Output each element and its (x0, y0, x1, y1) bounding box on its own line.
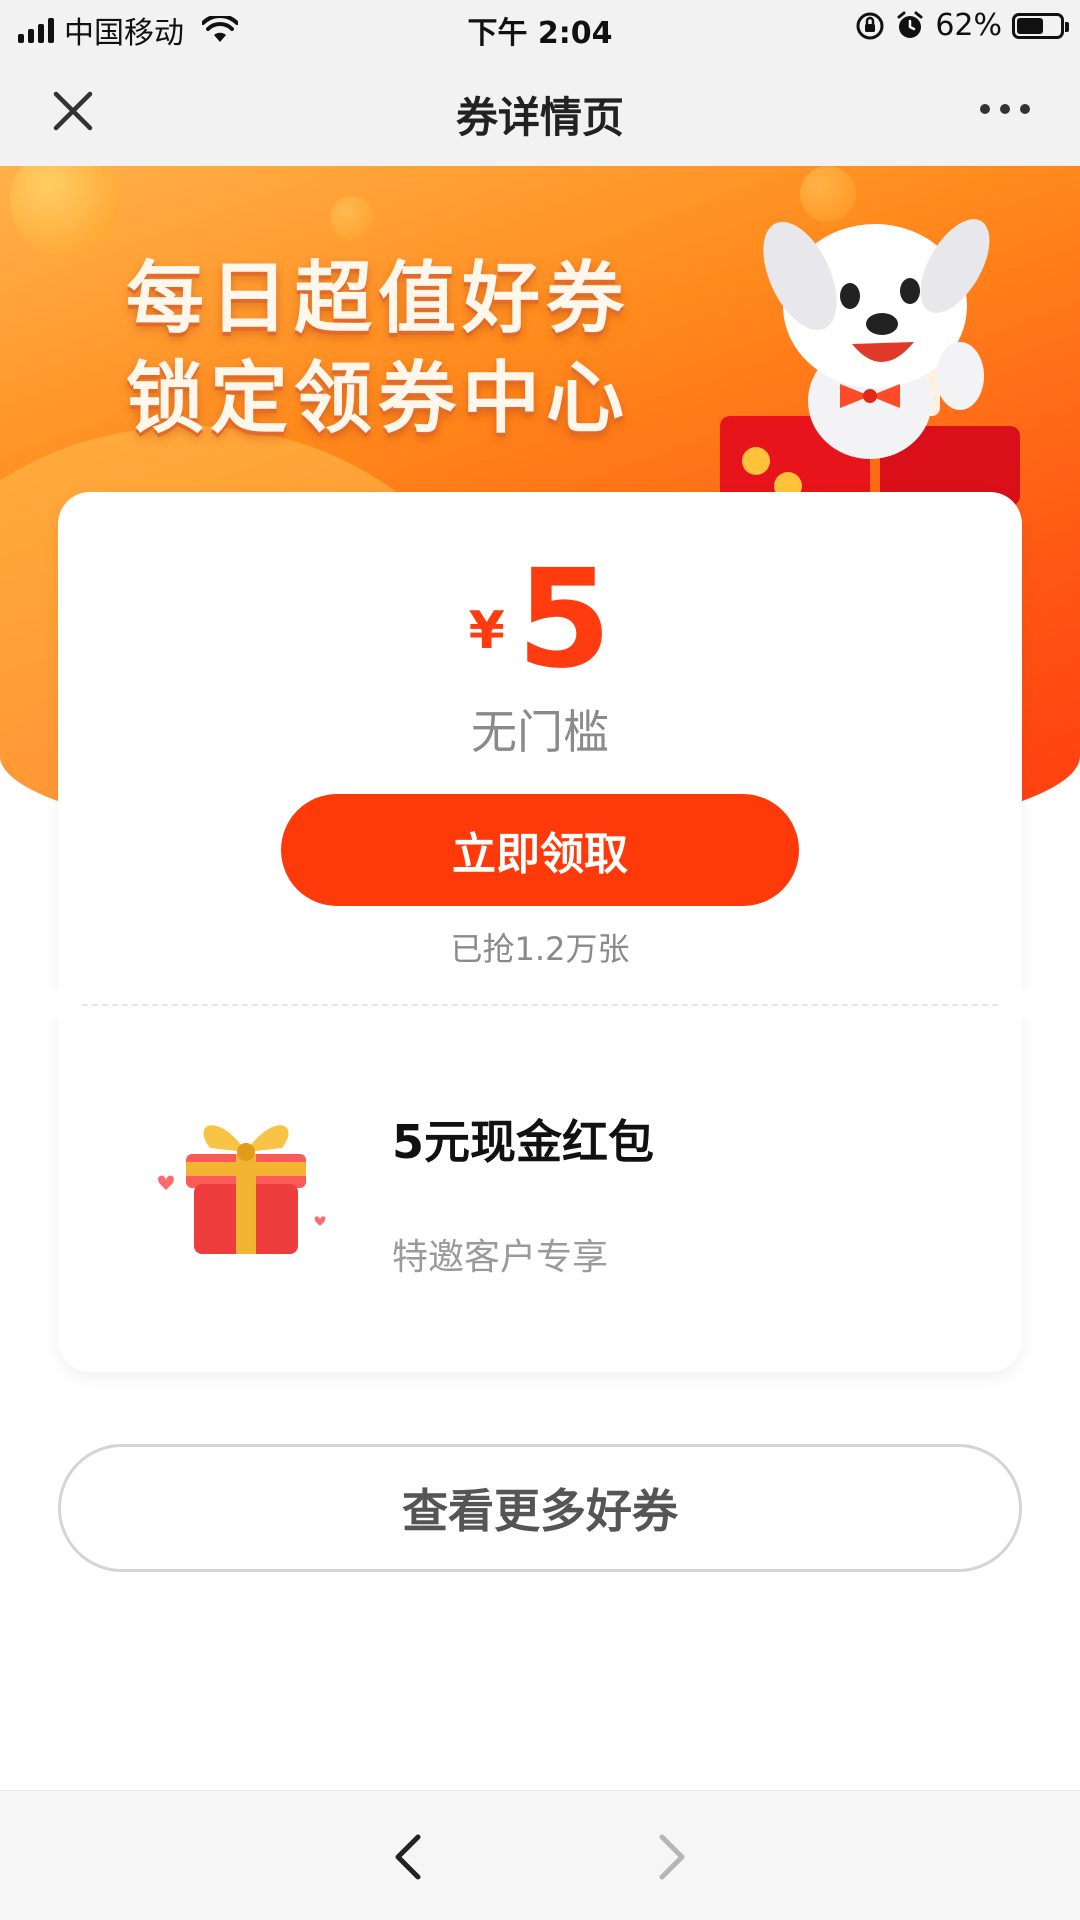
back-arrow-icon[interactable] (388, 1831, 428, 1883)
page-title: 券详情页 (455, 93, 624, 142)
claimed-count: 已抢1.2万张 (450, 930, 630, 968)
battery-icon (1012, 12, 1069, 39)
banner-headline-1: 每日超值好券 (126, 254, 631, 344)
more-icon[interactable] (978, 96, 1032, 122)
forward-arrow-icon[interactable] (652, 1831, 692, 1883)
coupon-card: ¥5 无门槛 立即领取 已抢1.2万张 5元现金红包 特邀客户专享 (42, 492, 1038, 1372)
currency-symbol: ¥ (468, 601, 505, 661)
rotation-lock-icon (856, 12, 884, 39)
battery-percent: 62% (935, 8, 1002, 43)
battery-fill (1017, 17, 1044, 34)
reward-subtitle: 特邀客户专享 (392, 1237, 609, 1278)
claim-button[interactable]: 立即领取 (281, 794, 799, 906)
mascot-dog-icon (720, 219, 1020, 506)
coupon-amount: ¥5 (58, 552, 1022, 688)
coin-decoration (10, 166, 120, 256)
coin-decoration (330, 196, 374, 240)
banner-headline-2: 锁定领券中心 (126, 354, 631, 444)
status-bar: 中国移动 下午 2:04 62% (0, 0, 1080, 54)
reward-title: 5元现金红包 (392, 1115, 655, 1169)
amount-value: 5 (516, 541, 612, 699)
ticket-notch (1006, 988, 1038, 1020)
gift-box-icon (158, 1125, 326, 1254)
alarm-icon (897, 11, 923, 38)
status-right: 62% (855, 8, 1069, 43)
threshold-label: 无门槛 (471, 705, 609, 759)
browser-toolbar (0, 1790, 1080, 1920)
ticket-divider (82, 1004, 998, 1006)
nav-bar: 券详情页 (0, 54, 1080, 166)
more-coupons-button[interactable]: 查看更多好券 (58, 1444, 1022, 1572)
ticket-notch (42, 988, 74, 1020)
